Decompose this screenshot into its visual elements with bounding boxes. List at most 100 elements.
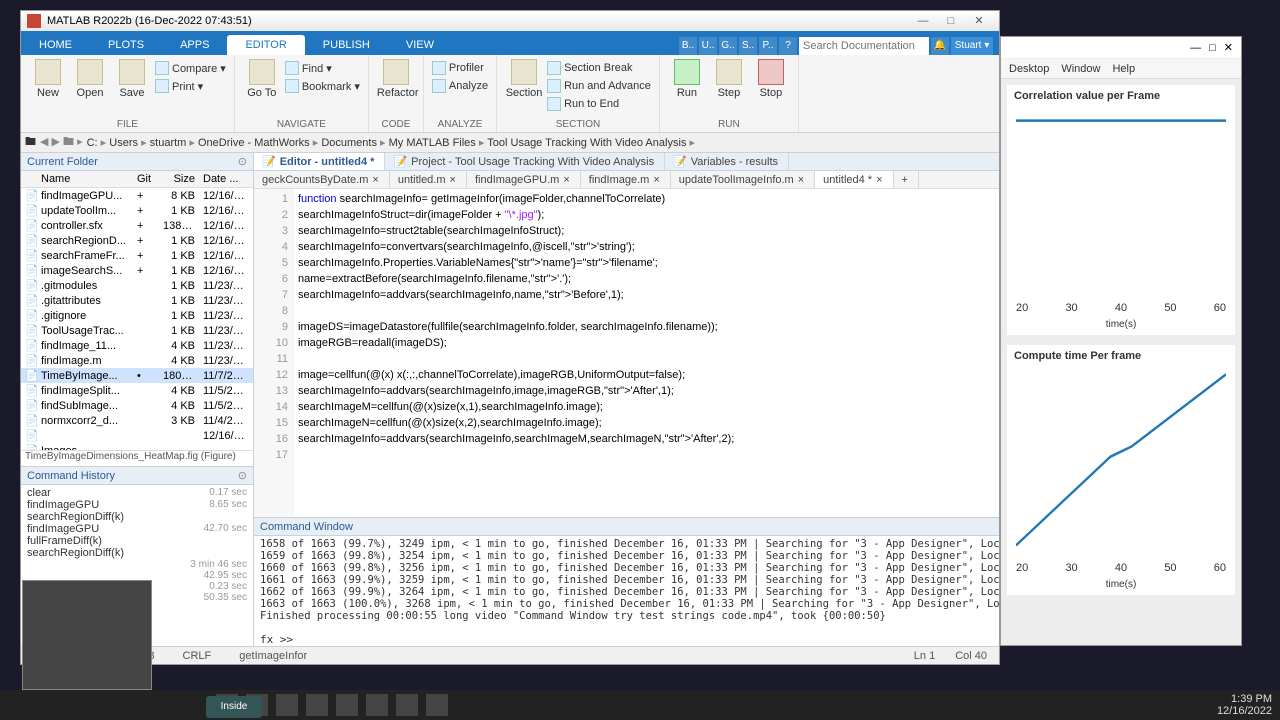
qat-btn[interactable]: G.. — [719, 37, 737, 55]
qat-btn[interactable]: U.. — [699, 37, 717, 55]
breadcrumb-segment[interactable]: stuartm — [150, 137, 187, 149]
tab-home[interactable]: HOME — [21, 35, 90, 55]
file-tab[interactable]: updateToolImageInfo.m × — [671, 171, 815, 188]
file-tab[interactable]: geckCountsByDate.m × — [254, 171, 390, 188]
qat-btn[interactable]: S.. — [739, 37, 757, 55]
breadcrumb-segment[interactable]: C: — [87, 137, 98, 149]
document-tab[interactable]: 📝Project - Tool Usage Tracking With Vide… — [385, 153, 665, 170]
file-row[interactable]: 📄searchRegionD...+1 KB12/16/202... — [21, 233, 253, 248]
close-icon[interactable]: × — [798, 174, 804, 186]
search-documentation-input[interactable] — [799, 37, 929, 55]
command-window-output[interactable]: 1658 of 1663 (99.7%), 3249 ipm, < 1 min … — [254, 536, 999, 633]
tab-view[interactable]: VIEW — [388, 35, 452, 55]
fig-minimize-button[interactable]: — — [1190, 42, 1201, 54]
history-item[interactable]: searchRegionDiff(k) — [27, 547, 247, 559]
file-row[interactable]: 📄TimeByImage...•180 KB11/7/2022 ... — [21, 368, 253, 383]
tab-apps[interactable]: APPS — [162, 35, 227, 55]
file-row[interactable]: 📄.gitmodules1 KB11/23/202... — [21, 278, 253, 293]
profiler-button[interactable]: Profiler — [432, 59, 488, 77]
taskbar-icon[interactable] — [366, 694, 388, 716]
user-menu[interactable]: Stuart ▾ — [951, 37, 993, 55]
qat-btn[interactable]: P.. — [759, 37, 777, 55]
close-icon[interactable]: × — [876, 174, 882, 186]
close-icon[interactable]: × — [450, 174, 456, 186]
file-row[interactable]: 📄12/16/202... — [21, 428, 253, 443]
run-to-end-button[interactable]: Run to End — [547, 95, 651, 113]
history-item[interactable]: findImageGPU8.65 sec — [27, 499, 247, 511]
breadcrumb-segment[interactable]: My MATLAB Files — [389, 137, 476, 149]
menu-help[interactable]: Help — [1112, 63, 1135, 75]
file-row[interactable]: 📄imageSearchS...+1 KB12/16/202... — [21, 263, 253, 278]
menu-desktop[interactable]: Desktop — [1009, 63, 1049, 75]
file-tab[interactable]: + — [894, 171, 919, 188]
new-button[interactable]: New — [29, 59, 67, 99]
close-icon[interactable]: × — [653, 174, 659, 186]
file-tab[interactable]: untitled.m × — [390, 171, 467, 188]
address-bar[interactable]: 🖿 ◀ ▶ 🖿 ▸ C: ▸ Users ▸ stuartm ▸ OneDriv… — [21, 133, 999, 153]
taskbar-icon[interactable] — [276, 694, 298, 716]
tab-publish[interactable]: PUBLISH — [305, 35, 388, 55]
bookmark-button[interactable]: Bookmark ▾ — [285, 77, 360, 95]
menu-window[interactable]: Window — [1061, 63, 1100, 75]
taskbar-icon[interactable] — [426, 694, 448, 716]
breadcrumb-segment[interactable]: Users — [109, 137, 138, 149]
file-row[interactable]: 📄.gitignore1 KB11/23/202... — [21, 308, 253, 323]
inside-badge[interactable]: Inside — [206, 696, 262, 718]
compare-button[interactable]: Compare ▾ — [155, 59, 226, 77]
file-row[interactable]: 📄.gitattributes1 KB11/23/202... — [21, 293, 253, 308]
titlebar[interactable]: MATLAB R2022b (16-Dec-2022 07:43:51) — □… — [21, 11, 999, 31]
taskbar-icon[interactable] — [336, 694, 358, 716]
file-row[interactable]: 📄findSubImage...4 KB11/5/2022 ... — [21, 398, 253, 413]
breadcrumb-segment[interactable]: Documents — [321, 137, 377, 149]
run-button[interactable]: Run — [668, 59, 706, 99]
history-item[interactable]: clear0.17 sec — [27, 487, 247, 499]
find-button[interactable]: Find ▾ — [285, 59, 360, 77]
close-icon[interactable]: × — [372, 174, 378, 186]
goto-button[interactable]: Go To — [243, 59, 281, 99]
file-row[interactable]: 📄normxcorr2_d...3 KB11/4/2022 ... — [21, 413, 253, 428]
file-row[interactable]: 📄findImage_11...4 KB11/23/202... — [21, 338, 253, 353]
file-row[interactable]: 📄Images — [21, 443, 253, 450]
run-advance-button[interactable]: Run and Advance — [547, 77, 651, 95]
history-item[interactable]: searchRegionDiff(k) — [27, 511, 247, 523]
section-break-button[interactable]: Section Break — [547, 59, 651, 77]
history-item[interactable]: fullFrameDiff(k) — [27, 535, 247, 547]
file-tab[interactable]: findImage.m × — [581, 171, 671, 188]
breadcrumb-segment[interactable]: OneDrive - MathWorks — [198, 137, 310, 149]
analyze-button[interactable]: Analyze — [432, 77, 488, 95]
qat-btn[interactable]: B.. — [679, 37, 697, 55]
maximize-button[interactable]: □ — [937, 12, 965, 30]
fig-close-button[interactable]: ✕ — [1224, 41, 1233, 54]
code-editor[interactable]: 1234567891011121314151617 function searc… — [254, 189, 999, 517]
history-item[interactable]: findImageGPU42.70 sec — [27, 523, 247, 535]
command-prompt[interactable]: fx >> — [254, 633, 999, 646]
file-row[interactable]: 📄findImage.m4 KB11/23/202... — [21, 353, 253, 368]
bell-icon[interactable]: 🔔 — [931, 37, 949, 55]
document-tab[interactable]: 📝Editor - untitled4 * — [254, 153, 385, 170]
refactor-button[interactable]: Refactor — [377, 59, 415, 99]
file-row[interactable]: 📄findImageGPU...+8 KB12/16/202... — [21, 188, 253, 203]
chart-correlation[interactable]: Correlation value per Frame 2030405060 t… — [1007, 85, 1235, 335]
history-item[interactable]: 3 min 46 sec — [27, 559, 247, 570]
section-button[interactable]: Section — [505, 59, 543, 99]
taskbar-icon[interactable] — [396, 694, 418, 716]
tab-plots[interactable]: PLOTS — [90, 35, 162, 55]
system-clock[interactable]: 1:39 PM12/16/2022 — [1217, 693, 1272, 717]
tab-editor[interactable]: EDITOR — [227, 35, 304, 55]
file-row[interactable]: 📄findImageSplit...4 KB11/5/2022 ... — [21, 383, 253, 398]
file-row[interactable]: 📄ToolUsageTrac...1 KB11/23/202... — [21, 323, 253, 338]
file-tab[interactable]: untitled4 * × — [815, 171, 893, 188]
panel-menu-icon[interactable]: ⊙ — [238, 155, 247, 168]
file-table-header[interactable]: Name Git Size Date ... — [21, 171, 253, 188]
minimize-button[interactable]: — — [909, 12, 937, 30]
taskbar-icon[interactable] — [306, 694, 328, 716]
document-tab[interactable]: 📝Variables - results — [665, 153, 789, 170]
qat-help-icon[interactable]: ? — [779, 37, 797, 55]
print-button[interactable]: Print ▾ — [155, 77, 226, 95]
step-button[interactable]: Step — [710, 59, 748, 99]
file-row[interactable]: 📄updateToolIm...+1 KB12/16/202... — [21, 203, 253, 218]
chart-compute-time[interactable]: Compute time Per frame 2030405060 time(s… — [1007, 345, 1235, 595]
save-button[interactable]: Save — [113, 59, 151, 99]
breadcrumb-segment[interactable]: Tool Usage Tracking With Video Analysis — [487, 137, 686, 149]
current-folder-header[interactable]: Current Folder⊙ — [21, 153, 253, 171]
